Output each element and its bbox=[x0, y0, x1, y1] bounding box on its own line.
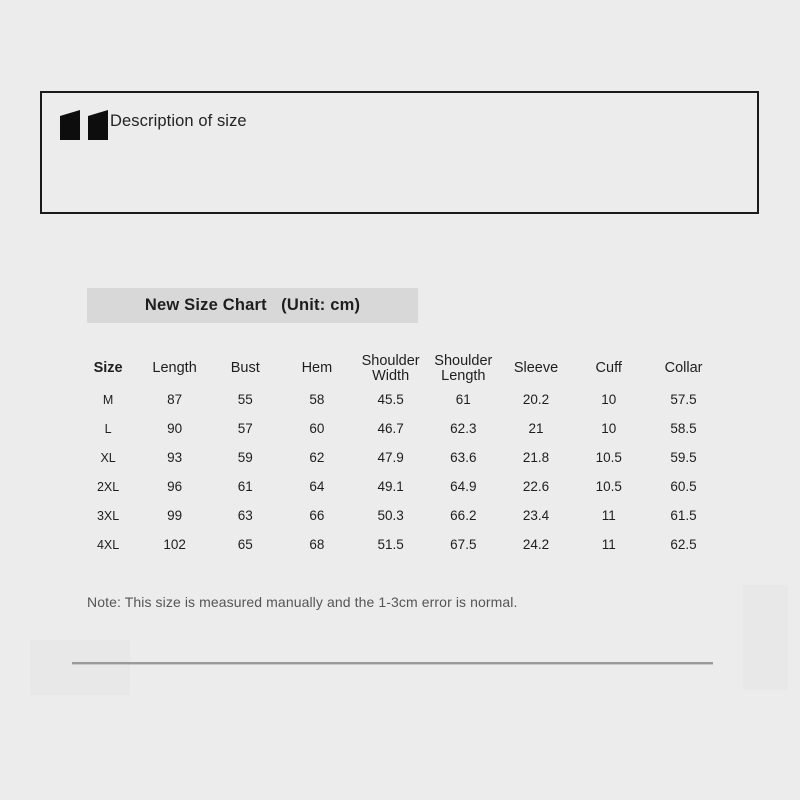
column-header-size: Size bbox=[78, 352, 138, 385]
cell-bust: 65 bbox=[237, 537, 253, 552]
column-header-cuff: Cuff bbox=[572, 352, 645, 385]
cell-shoulder-width: 51.5 bbox=[377, 537, 404, 552]
cell-hem: 66 bbox=[309, 508, 325, 523]
cell-size: L bbox=[104, 421, 112, 436]
cell-shoulder-length: 63.6 bbox=[450, 450, 477, 465]
cell-size: 3XL bbox=[96, 508, 120, 523]
description-of-size-box: Description of size bbox=[40, 91, 759, 214]
cell-bust: 63 bbox=[237, 508, 253, 523]
column-header-shoulder-length: Shoulder Length bbox=[427, 352, 500, 385]
cell-hem: 68 bbox=[309, 537, 325, 552]
cell-cuff: 10.5 bbox=[595, 479, 622, 494]
cell-length: 102 bbox=[163, 537, 186, 552]
column-header-shoulder-width: Shoulder Width bbox=[354, 352, 427, 385]
background-panel-left bbox=[30, 640, 130, 695]
cell-sleeve: 22.6 bbox=[522, 479, 550, 494]
column-header-collar: Collar bbox=[645, 352, 722, 385]
column-header-shoulder-length-line1: Shoulder bbox=[434, 352, 493, 369]
table-row: XL 93 59 62 47.9 63.6 21.8 10.5 59.5 bbox=[78, 443, 722, 472]
cell-bust: 61 bbox=[237, 479, 253, 494]
cell-hem: 62 bbox=[309, 450, 325, 465]
cell-shoulder-width: 47.9 bbox=[377, 450, 404, 465]
cell-length: 96 bbox=[167, 479, 183, 494]
cell-cuff: 11 bbox=[601, 508, 616, 523]
cell-size: 2XL bbox=[96, 479, 120, 494]
table-row: 3XL 99 63 66 50.3 66.2 23.4 11 61.5 bbox=[78, 501, 722, 530]
cell-collar: 62.5 bbox=[670, 537, 697, 552]
cell-sleeve: 21.8 bbox=[522, 450, 550, 465]
cell-bust: 57 bbox=[237, 421, 253, 436]
column-header-size-line1: Size bbox=[93, 360, 123, 376]
cell-collar: 57.5 bbox=[670, 392, 697, 407]
cell-hem: 58 bbox=[309, 392, 325, 407]
cell-shoulder-width: 46.7 bbox=[377, 421, 404, 436]
table-row: 4XL 102 65 68 51.5 67.5 24.2 11 62.5 bbox=[78, 530, 722, 559]
column-header-collar-line1: Collar bbox=[664, 360, 703, 376]
cell-hem: 64 bbox=[309, 479, 325, 494]
column-header-shoulder-width-line1: Shoulder bbox=[361, 352, 420, 369]
cell-bust: 55 bbox=[237, 392, 253, 407]
cell-shoulder-width: 45.5 bbox=[377, 392, 404, 407]
column-header-shoulder-width-line2: Width bbox=[372, 367, 410, 384]
quote-mark-icon bbox=[58, 110, 110, 140]
cell-shoulder-width: 50.3 bbox=[377, 508, 404, 523]
cell-length: 87 bbox=[167, 392, 183, 407]
cell-cuff: 10.5 bbox=[595, 450, 622, 465]
description-of-size-label: Description of size bbox=[110, 112, 247, 130]
cell-collar: 59.5 bbox=[670, 450, 697, 465]
cell-cuff: 10 bbox=[601, 392, 617, 407]
size-chart-title-bar: New Size Chart (Unit: cm) bbox=[87, 288, 418, 323]
cell-shoulder-length: 67.5 bbox=[450, 537, 477, 552]
cell-length: 93 bbox=[167, 450, 183, 465]
column-header-sleeve-line1: Sleeve bbox=[513, 360, 559, 376]
cell-collar: 60.5 bbox=[670, 479, 697, 494]
bottom-divider bbox=[72, 662, 713, 665]
background-panel-right bbox=[743, 585, 788, 690]
cell-sleeve: 23.4 bbox=[522, 508, 550, 523]
cell-shoulder-width: 49.1 bbox=[377, 479, 404, 494]
cell-size: XL bbox=[100, 450, 116, 465]
cell-shoulder-length: 62.3 bbox=[450, 421, 477, 436]
cell-sleeve: 21 bbox=[528, 421, 544, 436]
cell-size: M bbox=[102, 392, 114, 407]
column-header-bust: Bust bbox=[211, 352, 280, 385]
cell-size: 4XL bbox=[96, 537, 120, 552]
cell-shoulder-length: 66.2 bbox=[450, 508, 477, 523]
table-header-row: Size Length Bust Hem Shoulder Width Shou… bbox=[78, 352, 722, 385]
size-chart-table: Size Length Bust Hem Shoulder Width Shou… bbox=[78, 352, 722, 559]
table-row: M 87 55 58 45.5 61 20.2 10 57.5 bbox=[78, 385, 722, 414]
table-row: 2XL 96 61 64 49.1 64.9 22.6 10.5 60.5 bbox=[78, 472, 722, 501]
cell-shoulder-length: 64.9 bbox=[450, 479, 477, 494]
column-header-length-line1: Length bbox=[152, 360, 197, 376]
column-header-hem-line1: Hem bbox=[301, 360, 333, 376]
size-chart-title: New Size Chart (Unit: cm) bbox=[144, 296, 361, 314]
column-header-cuff-line1: Cuff bbox=[595, 360, 622, 376]
cell-hem: 60 bbox=[309, 421, 325, 436]
column-header-shoulder-length-line2: Length bbox=[441, 367, 486, 384]
cell-length: 90 bbox=[167, 421, 183, 436]
column-header-length: Length bbox=[138, 352, 211, 385]
cell-cuff: 11 bbox=[601, 537, 616, 552]
cell-sleeve: 20.2 bbox=[522, 392, 550, 407]
cell-bust: 59 bbox=[237, 450, 253, 465]
cell-shoulder-length: 61 bbox=[455, 392, 471, 407]
cell-collar: 61.5 bbox=[670, 508, 697, 523]
cell-collar: 58.5 bbox=[670, 421, 697, 436]
cell-cuff: 10 bbox=[601, 421, 617, 436]
size-measurement-note: Note: This size is measured manually and… bbox=[87, 594, 518, 610]
cell-length: 99 bbox=[167, 508, 183, 523]
table-row: L 90 57 60 46.7 62.3 21 10 58.5 bbox=[78, 414, 722, 443]
column-header-bust-line1: Bust bbox=[230, 360, 260, 376]
column-header-sleeve: Sleeve bbox=[500, 352, 573, 385]
cell-sleeve: 24.2 bbox=[522, 537, 550, 552]
column-header-hem: Hem bbox=[279, 352, 354, 385]
